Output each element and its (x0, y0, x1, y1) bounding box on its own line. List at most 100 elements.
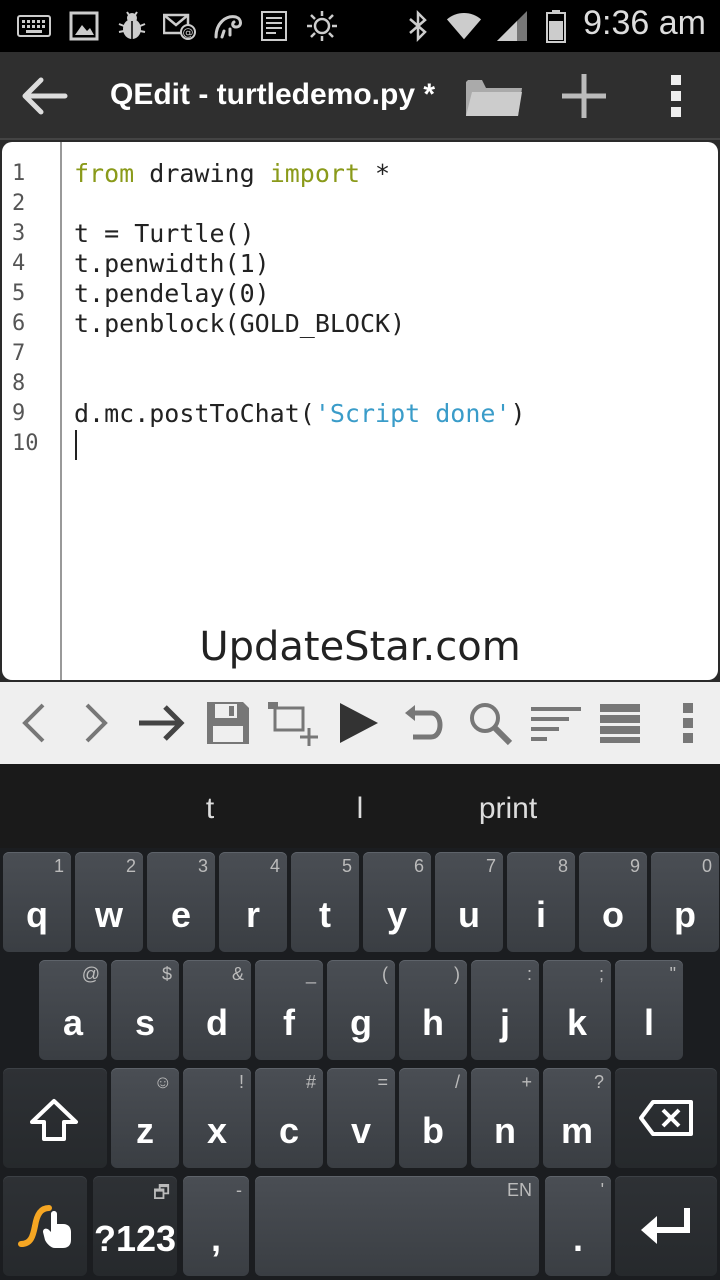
comma-key[interactable]: -, (183, 1176, 249, 1276)
add-tab-icon[interactable] (262, 692, 322, 754)
key-c[interactable]: # c (255, 1068, 323, 1168)
key-h[interactable]: ) h (399, 960, 467, 1060)
undo-icon[interactable] (394, 692, 454, 754)
action-bar: QEdit - turtledemo.py * (0, 52, 720, 140)
key-y[interactable]: 6y (363, 852, 431, 952)
key-hint: ; (598, 964, 604, 984)
line-number: 3 (12, 221, 26, 246)
code-text: t.pendelay(0) (74, 279, 270, 309)
code-token: t.penblock(GOLD_BLOCK) (74, 309, 406, 338)
search-icon[interactable] (460, 692, 520, 754)
key-label: q (26, 894, 48, 935)
key-label: l (643, 1002, 654, 1043)
format-icon[interactable] (526, 692, 586, 754)
line-number: 4 (12, 251, 26, 276)
code-line[interactable]: 7 (2, 339, 718, 369)
code-text: t.penblock(GOLD_BLOCK) (74, 309, 405, 339)
key-w[interactable]: 2w (75, 852, 143, 952)
enter-key[interactable] (615, 1176, 717, 1276)
status-time: 9:36 am (583, 4, 706, 42)
key-label: g (350, 1002, 372, 1043)
editor-frame: UpdateStar.com 1 from drawing import * 2 3 t… (0, 140, 720, 682)
code-line[interactable]: 6 t.penblock(GOLD_BLOCK) (2, 309, 718, 339)
code-text: t.penwidth(1) (74, 249, 270, 279)
key-hint: 8 (557, 856, 568, 876)
run-icon[interactable] (328, 692, 388, 754)
key-p[interactable]: 0p (651, 852, 719, 952)
space-key[interactable]: EN (255, 1176, 539, 1276)
keyword-token: from (74, 159, 135, 188)
key-g[interactable]: (g (327, 960, 395, 1060)
code-line[interactable]: 4 t.penwidth(1) (2, 249, 718, 279)
line-number: 10 (12, 431, 39, 456)
key-o[interactable]: 9o (579, 852, 647, 952)
key-f[interactable]: _ f (255, 960, 323, 1060)
key-e[interactable]: 3e (147, 852, 215, 952)
shift-key[interactable] (3, 1068, 107, 1168)
key-t[interactable]: 5t (291, 852, 359, 952)
chameleon-icon (210, 8, 246, 44)
key-label: t (319, 894, 331, 935)
key-j[interactable]: :j (471, 960, 539, 1060)
key-l[interactable]: " l (615, 960, 683, 1060)
key-k[interactable]: ; k (543, 960, 611, 1060)
key-v[interactable]: = v (327, 1068, 395, 1168)
key-label: p (674, 894, 696, 935)
code-line[interactable]: 8 (2, 369, 718, 399)
key-d[interactable]: & d (183, 960, 251, 1060)
key-b[interactable]: / b (399, 1068, 467, 1168)
code-token: * (360, 159, 391, 188)
suggestion-3[interactable]: print (448, 792, 568, 826)
goto-arrow-icon[interactable] (132, 692, 192, 754)
key-s[interactable]: $ s (111, 960, 179, 1060)
code-line[interactable]: 1 from drawing import * (2, 159, 718, 189)
code-line[interactable]: 5 t.pendelay(0) (2, 279, 718, 309)
key-a[interactable]: @ a (39, 960, 107, 1060)
key-hint: / (454, 1072, 460, 1092)
back-arrow-icon[interactable] (12, 66, 76, 126)
key-m[interactable]: ? m (543, 1068, 611, 1168)
code-line[interactable]: 2 (2, 189, 718, 219)
key-label: i (535, 894, 546, 935)
symbols-key[interactable]: 🗗 ?123 (93, 1176, 177, 1276)
suggestion-1[interactable]: t (180, 792, 240, 826)
key-i[interactable]: 8i (507, 852, 575, 952)
code-line[interactable]: 9 d.mc.postToChat('Script done') (2, 399, 718, 429)
line-number: 8 (12, 371, 26, 396)
key-hint: & (231, 964, 244, 984)
code-line[interactable]: 3 t = Turtle() (2, 219, 718, 249)
overflow-menu-icon[interactable] (644, 66, 708, 126)
key-hint: $ (161, 964, 172, 984)
key-label: m (560, 1110, 593, 1151)
toolbar-overflow-icon[interactable] (658, 692, 718, 754)
save-icon[interactable] (198, 692, 258, 754)
code-line[interactable]: 10 (2, 429, 718, 459)
key-u[interactable]: 7u (435, 852, 503, 952)
code-editor[interactable]: UpdateStar.com 1 from drawing import * 2 3 t… (2, 142, 718, 680)
plus-icon[interactable] (552, 66, 616, 126)
list-icon[interactable] (590, 692, 650, 754)
swype-icon (18, 1205, 71, 1248)
key-x[interactable]: ! x (183, 1068, 251, 1168)
code-text: d.mc.postToChat('Script done') (74, 399, 526, 429)
key-n[interactable]: + n (471, 1068, 539, 1168)
suggestion-2[interactable]: l (330, 792, 390, 826)
code-text: from drawing import * (74, 159, 390, 189)
key-hint: : (526, 964, 532, 984)
period-key[interactable]: '. (545, 1176, 611, 1276)
bug-icon (114, 8, 150, 44)
chevron-right-icon[interactable] (66, 692, 126, 754)
key-label: , (210, 1218, 221, 1259)
chevron-left-icon[interactable] (4, 692, 64, 754)
key-hint: _ (305, 964, 316, 984)
key-r[interactable]: 4r (219, 852, 287, 952)
backspace-key[interactable] (615, 1068, 717, 1168)
folder-icon[interactable] (462, 66, 526, 126)
key-q[interactable]: 1q (3, 852, 71, 952)
key-hint: ? (593, 1072, 604, 1092)
key-hint: ( (382, 964, 388, 984)
key-z[interactable]: ☺ z (111, 1068, 179, 1168)
swype-key[interactable] (3, 1176, 87, 1276)
key-hint: ' (600, 1180, 604, 1200)
key-label: y (386, 894, 408, 935)
